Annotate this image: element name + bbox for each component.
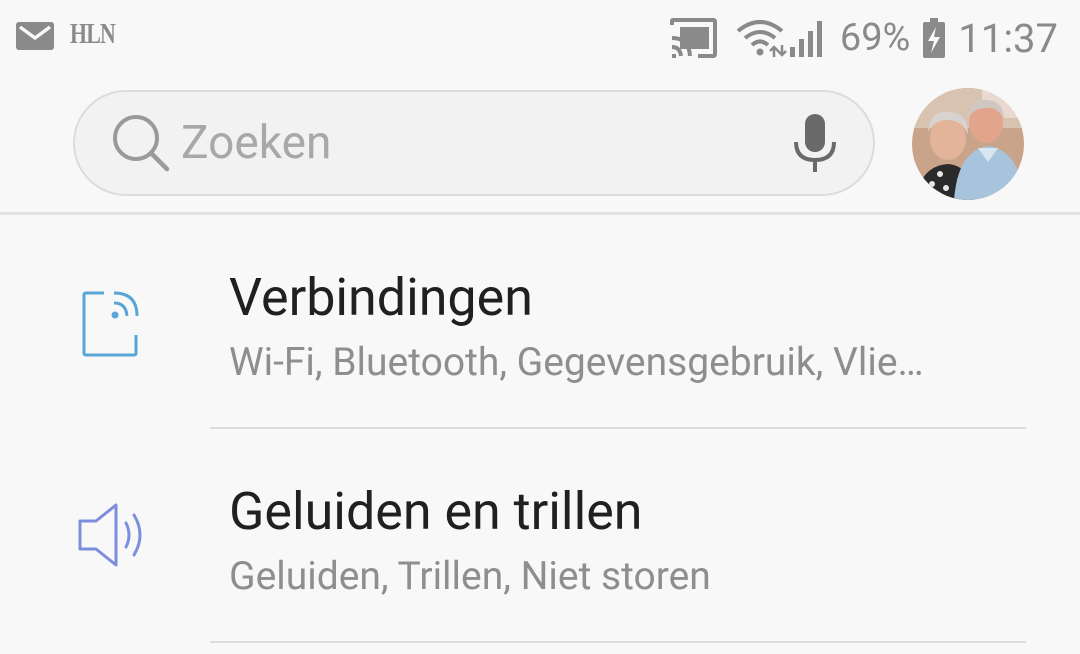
settings-item-title: Geluiden en trillen xyxy=(229,481,643,542)
settings-item-title: Verbindingen xyxy=(229,267,533,328)
connections-icon xyxy=(82,291,139,357)
profile-photo xyxy=(912,88,1024,200)
hln-notification-label: HLN xyxy=(70,19,116,50)
settings-item-geluiden[interactable]: Geluiden en trillen Geluiden, Trillen, N… xyxy=(0,429,1080,643)
battery-percent: 69% xyxy=(839,16,911,60)
battery-charging-icon xyxy=(923,18,946,58)
clock: 11:37 xyxy=(958,14,1058,62)
search-header: Zoeken xyxy=(0,76,1080,214)
microphone-icon[interactable] xyxy=(793,114,837,176)
status-bar-indicators: 69% 11:37 xyxy=(668,10,1058,66)
avatar[interactable] xyxy=(912,88,1024,200)
cast-icon xyxy=(669,18,717,58)
settings-item-subtitle: Wi-Fi, Bluetooth, Gegevensgebruik, Vlie… xyxy=(229,339,924,385)
status-bar-notifications: HLN xyxy=(14,14,128,56)
settings-item-verbindingen[interactable]: Verbindingen Wi-Fi, Bluetooth, Gegevensg… xyxy=(0,215,1080,429)
status-bar: HLN 69% 11:37 xyxy=(0,0,1080,76)
settings-item-subtitle: Geluiden, Trillen, Niet storen xyxy=(229,553,711,599)
search-placeholder: Zoeken xyxy=(181,116,332,170)
wifi-icon xyxy=(736,20,787,57)
signal-icon xyxy=(789,21,822,57)
search-icon xyxy=(113,115,170,172)
mail-icon xyxy=(16,22,54,50)
speaker-icon xyxy=(78,503,142,567)
list-divider xyxy=(210,641,1026,643)
search-input[interactable]: Zoeken xyxy=(73,90,875,196)
